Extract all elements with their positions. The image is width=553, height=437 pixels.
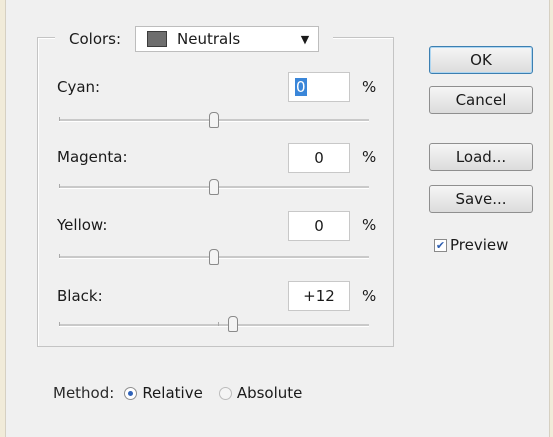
colors-dropdown-value: Neutrals [177,30,241,48]
method-row: Method: Relative Absolute [53,384,302,402]
relative-label[interactable]: Relative [142,384,203,402]
yellow-value: 0 [314,217,324,235]
magenta-input[interactable]: 0 [288,143,350,173]
method-label: Method: [53,384,115,402]
magenta-value: 0 [314,149,324,167]
black-slider-thumb[interactable] [228,316,238,332]
yellow-slider-tick [59,254,60,258]
load-button[interactable]: Load... [429,143,533,171]
selective-color-dialog: Colors: Neutrals ▼ Cyan: 0 % Magenta: 0 … [5,0,550,437]
preview-checkbox[interactable]: ✔ [434,238,447,252]
yellow-unit: % [362,216,377,234]
cancel-button[interactable]: Cancel [429,86,533,114]
black-label: Black: [57,287,103,305]
black-slider-zero-tick [218,322,219,326]
black-value: +12 [303,287,335,305]
preview-label: Preview [450,236,509,254]
ok-button[interactable]: OK [429,46,533,74]
black-slider-tick [59,322,60,326]
cyan-slider-thumb[interactable] [209,112,219,128]
cyan-input[interactable]: 0 [288,72,350,102]
yellow-label: Yellow: [57,216,108,234]
absolute-radio[interactable] [218,386,232,400]
cyan-label: Cyan: [57,78,101,96]
magenta-slider-tick [59,184,60,188]
absolute-label[interactable]: Absolute [237,384,303,402]
yellow-slider-thumb[interactable] [209,249,219,265]
magenta-slider-thumb[interactable] [209,179,219,195]
cyan-unit: % [362,78,377,96]
black-unit: % [362,287,377,305]
yellow-input[interactable]: 0 [288,211,350,241]
save-button[interactable]: Save... [429,185,533,213]
black-input[interactable]: +12 [288,281,350,311]
cyan-slider-tick [59,117,60,121]
preview-toggle[interactable]: ✔ Preview [434,236,508,254]
magenta-unit: % [362,148,377,166]
chevron-down-icon: ▼ [300,32,310,46]
magenta-label: Magenta: [57,148,128,166]
color-swatch-icon [147,31,168,47]
black-slider-track[interactable] [59,324,369,327]
cyan-value: 0 [295,78,307,96]
colors-legend: Colors: Neutrals ▼ [55,26,334,52]
colors-label: Colors: [69,30,122,48]
radio-selected-dot [128,390,134,396]
colors-dropdown[interactable]: Neutrals ▼ [135,26,320,52]
checkmark-icon: ✔ [435,238,446,252]
relative-radio[interactable] [124,386,138,400]
